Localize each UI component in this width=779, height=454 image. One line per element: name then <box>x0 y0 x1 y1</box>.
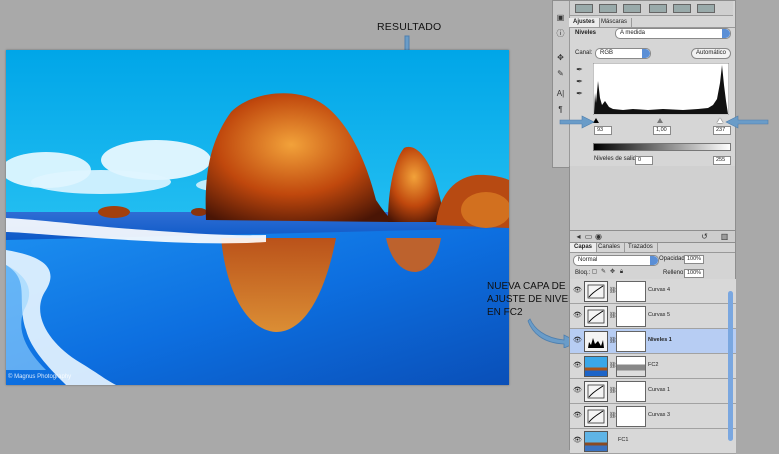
tools-column: ▣ ⓘ ✥ ✎ A| ¶ <box>553 1 570 167</box>
layer-name: Curvas 4 <box>648 287 671 293</box>
output-black-field[interactable]: 0 <box>635 156 653 165</box>
layer-row[interactable]: 👁︎ ⛓ Curvas 4 <box>570 279 736 304</box>
layer-mask[interactable] <box>616 331 646 352</box>
expand-icon[interactable]: ▭ <box>584 232 593 241</box>
curves-adjustment-icon <box>584 381 608 402</box>
visibility-icon[interactable]: ◉ <box>594 232 603 241</box>
layer-row[interactable]: 👁︎ ⛓ Curvas 1 <box>570 379 736 404</box>
tab-canales[interactable]: Canales <box>594 243 626 252</box>
layer-row-selected[interactable]: 👁︎ ⛓ Niveles 1 <box>570 329 736 354</box>
tab-capas[interactable]: Capas <box>570 243 598 252</box>
info-icon[interactable]: ⓘ <box>556 29 565 38</box>
chevron-down-icon <box>722 29 730 38</box>
layers-panel: Capas Canales Trazados Normal Opacidad: … <box>569 242 736 454</box>
preset-value: A medida <box>620 30 646 36</box>
fill-field[interactable]: 100% <box>684 269 704 278</box>
layers-tabs: Capas Canales Trazados <box>570 243 735 253</box>
lock-pixels-icon[interactable]: ✎ <box>599 268 608 277</box>
tab-mascaras[interactable]: Máscaras <box>597 18 633 27</box>
fill-label: Relleno: <box>663 270 686 276</box>
curves-adjustment-icon <box>584 306 608 327</box>
input-gamma-field[interactable]: 1,00 <box>653 126 671 135</box>
blend-mode-value: Normal <box>578 257 598 263</box>
paragraph-icon[interactable]: ¶ <box>556 105 565 114</box>
panel-divider <box>569 166 736 230</box>
channel-select[interactable]: RGB <box>595 48 651 59</box>
photo-thumbnail <box>584 431 608 452</box>
layer-name: Curvas 1 <box>648 387 671 393</box>
image-icon[interactable]: ▣ <box>556 13 565 22</box>
eye-icon[interactable]: 👁︎ <box>573 362 582 370</box>
adjustments-panel: ▣ ⓘ ✥ ✎ A| ¶ Ajustes Máscaras Niveles A … <box>552 0 736 168</box>
trash-icon[interactable]: ▥ <box>720 232 729 241</box>
eye-icon[interactable]: 👁︎ <box>573 312 582 320</box>
layers-scrollbar[interactable] <box>728 291 733 441</box>
blend-mode-select[interactable]: Normal <box>573 255 659 266</box>
preset-toolbar <box>569 1 733 16</box>
layer-name: Curvas 5 <box>648 312 671 318</box>
curves-adjustment-icon <box>584 281 608 302</box>
layer-row[interactable]: 👁︎ ⛓ FC2 <box>570 354 736 379</box>
layer-row[interactable]: 👁︎ ⛓ Curvas 5 <box>570 304 736 329</box>
photo-watermark: © Magnus Photography <box>8 374 72 380</box>
histogram <box>593 63 729 115</box>
levels-adjustment-icon <box>584 331 608 352</box>
layer-name: FC1 <box>618 437 629 443</box>
layer-mask[interactable] <box>616 381 646 402</box>
arrow-right-icon <box>559 115 595 129</box>
eye-icon[interactable]: 👁︎ <box>573 287 582 295</box>
layer-mask[interactable] <box>616 356 646 377</box>
tab-ajustes[interactable]: Ajustes <box>569 18 600 27</box>
curves-adjustment-icon <box>584 406 608 427</box>
resultado-label: RESULTADO <box>377 21 442 33</box>
output-label: Niveles de salida: <box>594 156 642 162</box>
opacity-field[interactable]: 100% <box>684 255 704 264</box>
layer-row[interactable]: 👁︎ ⛓ Curvas 3 <box>570 404 736 429</box>
eye-icon[interactable]: 👁︎ <box>573 337 582 345</box>
layer-row[interactable]: 👁︎ FC1 <box>570 429 736 454</box>
photo-thumbnail <box>584 356 608 377</box>
lock-position-icon[interactable]: ✥ <box>608 268 617 277</box>
eyedropper-gray-icon[interactable]: ✒ <box>575 77 584 86</box>
slider-white-handle[interactable] <box>717 118 723 123</box>
eyedropper-black-icon[interactable]: ✒ <box>575 65 584 74</box>
preset-label: Niveles <box>575 30 597 36</box>
lock-all-icon[interactable]: 🔒︎ <box>617 268 626 277</box>
photo-result <box>6 50 509 385</box>
eye-icon[interactable]: 👁︎ <box>573 387 582 395</box>
lock-transparency-icon[interactable]: ▢ <box>590 268 599 277</box>
layer-name: Niveles 1 <box>648 337 672 343</box>
slider-gray-handle[interactable] <box>657 118 663 123</box>
tab-trazados[interactable]: Trazados <box>624 243 658 252</box>
channel-value: RGB <box>600 50 614 56</box>
output-white-field[interactable]: 255 <box>713 156 731 165</box>
chevron-down-icon <box>642 49 650 58</box>
output-gradient <box>593 143 731 151</box>
eye-icon[interactable]: 👁︎ <box>573 437 582 445</box>
chevron-down-icon <box>650 256 658 265</box>
layer-name: FC2 <box>648 362 659 368</box>
back-icon[interactable]: ◂ <box>574 232 583 241</box>
move-icon[interactable]: ✥ <box>556 53 565 62</box>
layers-list: 👁︎ ⛓ Curvas 4 👁︎ ⛓ Curvas 5 👁︎ ⛓ Niveles… <box>570 279 736 454</box>
input-slider[interactable] <box>593 118 729 123</box>
brush-icon[interactable]: ✎ <box>556 69 565 78</box>
arrow-left-icon <box>725 115 769 129</box>
adjustments-tabs: Ajustes Máscaras <box>569 18 735 28</box>
layer-mask[interactable] <box>616 306 646 327</box>
layer-mask[interactable] <box>616 281 646 302</box>
eye-icon[interactable]: 👁︎ <box>573 412 582 420</box>
character-icon[interactable]: A| <box>556 89 565 98</box>
preset-select[interactable]: A medida <box>615 28 731 39</box>
channel-label: Canal: <box>575 50 593 56</box>
layer-name: Curvas 3 <box>648 412 671 418</box>
eyedropper-white-icon[interactable]: ✒ <box>575 89 584 98</box>
layer-mask[interactable] <box>616 406 646 427</box>
opacity-label: Opacidad: <box>659 256 687 262</box>
auto-button[interactable]: Automático <box>691 48 731 59</box>
reset-icon[interactable]: ↺ <box>700 232 709 241</box>
lock-label: Bloq.: <box>575 270 591 276</box>
